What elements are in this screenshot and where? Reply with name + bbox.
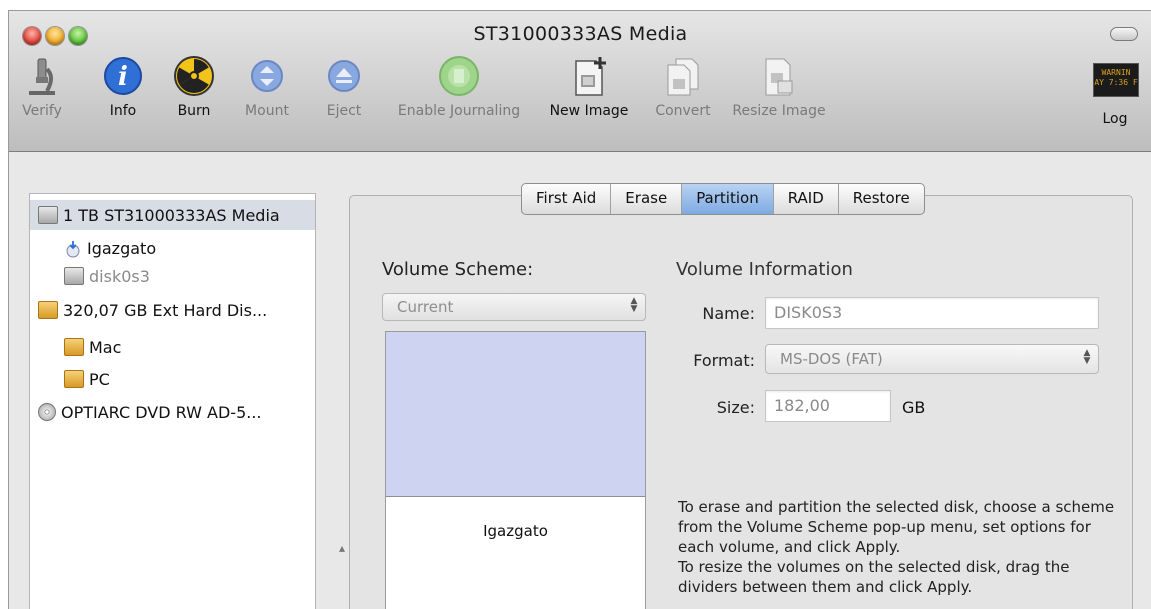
partition-volume-name: Igazgato [483, 522, 548, 540]
volume-icon [64, 240, 82, 258]
eject-label: Eject [326, 103, 362, 119]
name-value: DISK0S3 [774, 303, 843, 322]
tab-partition[interactable]: Partition [682, 184, 774, 214]
format-label: Format: [693, 351, 755, 370]
toolbar-toggle-button[interactable] [1110, 27, 1138, 41]
convert-button[interactable]: Convert [645, 55, 721, 119]
tab-erase[interactable]: Erase [611, 184, 683, 214]
partition-help-text: To erase and partition the selected disk… [678, 497, 1118, 597]
burn-label: Burn [177, 103, 211, 119]
split-view-handle[interactable]: ▴ [339, 541, 345, 555]
eject-button[interactable]: Eject [319, 55, 369, 119]
resize-image-label: Resize Image [732, 103, 826, 119]
sidebar-item-label: 1 TB ST31000333AS Media [63, 205, 280, 225]
name-field[interactable]: DISK0S3 [765, 297, 1099, 329]
new-image-button[interactable]: New Image [541, 55, 637, 119]
burn-button[interactable]: Burn [169, 55, 219, 119]
mount-icon [246, 55, 288, 97]
verify-button[interactable]: Verify [15, 55, 69, 119]
size-field[interactable]: 182,00 [765, 390, 891, 422]
help-paragraph: To erase and partition the selected disk… [678, 498, 1115, 556]
log-icon: WARNIN AY 7:36 F [1093, 63, 1139, 105]
convert-label: Convert [655, 103, 711, 119]
new-image-label: New Image [549, 103, 629, 119]
log-console-badge: WARNIN AY 7:36 F [1093, 63, 1139, 97]
sidebar-item-label: OPTIARC DVD RW AD-5... [61, 402, 262, 422]
format-select[interactable]: MS-DOS (FAT) ▲ ▼ [765, 344, 1099, 374]
new-image-icon [568, 55, 610, 97]
partition-segment[interactable] [386, 332, 645, 497]
journaling-icon [438, 55, 480, 97]
sidebar-item-st31000333as[interactable]: 1 TB ST31000333AS Media [30, 200, 315, 230]
svg-text:i: i [118, 62, 128, 92]
size-label: Size: [716, 398, 755, 417]
sidebar-item-dvd-drive[interactable]: OPTIARC DVD RW AD-5... [30, 397, 315, 427]
sidebar-item-label: Mac [89, 337, 122, 357]
tab-restore[interactable]: Restore [839, 184, 924, 214]
eject-icon [323, 55, 365, 97]
name-label: Name: [702, 304, 755, 323]
tab-bar: First Aid Erase Partition RAID Restore [521, 183, 925, 215]
sidebar-item-label: PC [89, 369, 110, 389]
mount-label: Mount [245, 103, 289, 119]
sidebar-item-label: Igazgato [87, 238, 157, 258]
size-value: 182,00 [774, 396, 830, 415]
hard-disk-icon [38, 206, 58, 224]
resize-image-button[interactable]: Resize Image [727, 55, 831, 119]
sidebar-item-label: 320,07 GB Ext Hard Dis... [63, 300, 268, 320]
stepper-icon: ▲ ▼ [1083, 348, 1091, 366]
external-disk-icon [64, 370, 84, 388]
enable-journaling-button[interactable]: Enable Journaling [379, 55, 539, 119]
sidebar-item-label: disk0s3 [89, 266, 150, 286]
info-icon: i [102, 55, 144, 97]
volume-scheme-select[interactable]: Current ▲ ▼ [382, 293, 646, 321]
sidebar-item-ext-hard-disk[interactable]: 320,07 GB Ext Hard Dis... [30, 295, 315, 325]
external-disk-icon [64, 338, 84, 356]
format-value: MS-DOS (FAT) [780, 350, 883, 368]
disk-utility-window: ST31000333AS Media Verify i Info Burn Mo… [8, 10, 1151, 609]
verify-label: Verify [22, 103, 62, 119]
resize-image-icon [758, 55, 800, 97]
sidebar-item-pc[interactable]: PC [30, 364, 315, 394]
microscope-icon [21, 55, 63, 97]
log-label: Log [1102, 111, 1128, 127]
volume-information-label: Volume Information [676, 259, 853, 280]
sidebar-item-disk0s3[interactable]: disk0s3 [30, 261, 315, 291]
enable-journaling-label: Enable Journaling [397, 103, 521, 119]
sidebar-item-igazgato[interactable]: Igazgato [30, 233, 315, 263]
help-paragraph: To resize the volumes on the selected di… [678, 558, 1070, 596]
convert-icon [662, 55, 704, 97]
volume-map[interactable]: Igazgato [385, 331, 646, 609]
disk-list-sidebar[interactable]: 1 TB ST31000333AS Media Igazgato disk0s3… [29, 193, 316, 609]
external-disk-icon [38, 301, 58, 319]
toolbar: ST31000333AS Media Verify i Info Burn Mo… [9, 11, 1151, 152]
dvd-icon [38, 403, 56, 421]
volume-scheme-value: Current [397, 298, 454, 316]
tab-first-aid[interactable]: First Aid [522, 184, 612, 214]
radiation-icon [173, 55, 215, 97]
size-unit: GB [902, 398, 926, 417]
sidebar-item-mac[interactable]: Mac [30, 332, 315, 362]
hard-disk-icon [64, 267, 84, 285]
mount-button[interactable]: Mount [237, 55, 297, 119]
info-button[interactable]: i Info [98, 55, 148, 119]
window-title: ST31000333AS Media [473, 23, 688, 45]
info-label: Info [109, 103, 137, 119]
log-button[interactable]: WARNIN AY 7:36 F Log [1091, 55, 1139, 127]
volume-scheme-label: Volume Scheme: [382, 259, 534, 280]
tab-raid[interactable]: RAID [774, 184, 839, 214]
stepper-icon: ▲ ▼ [630, 296, 638, 314]
